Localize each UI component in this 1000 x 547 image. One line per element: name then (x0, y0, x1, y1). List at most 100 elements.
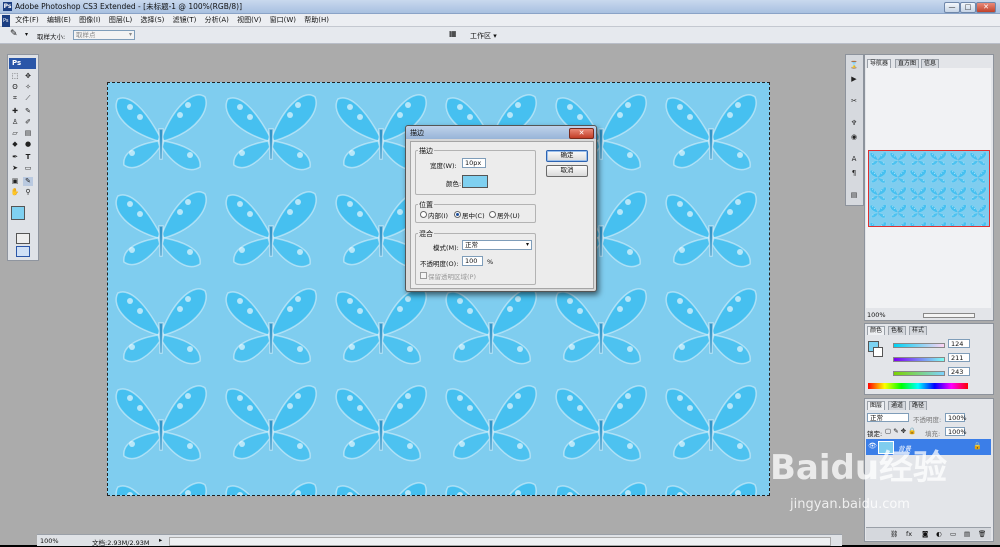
clone-source-icon[interactable]: ◉ (849, 133, 859, 142)
path-select-icon[interactable]: ➤ (10, 164, 20, 173)
zoom-tool-icon[interactable]: ⚲ (23, 188, 33, 197)
actions-panel-icon[interactable]: ▶ (849, 75, 859, 84)
navigator-zoom[interactable]: 100% (867, 311, 886, 319)
red-slider[interactable] (893, 343, 945, 348)
layer-opacity-input[interactable]: 100% (945, 413, 967, 422)
cancel-button[interactable]: 取消 (546, 165, 588, 177)
radio-center[interactable] (454, 211, 461, 218)
status-arrow-icon[interactable]: ▸ (159, 536, 162, 544)
ok-button[interactable]: 确定 (546, 150, 588, 162)
brushes-panel-icon[interactable]: ♆ (849, 119, 859, 128)
menu-view[interactable]: 视图(V) (234, 14, 264, 26)
magic-wand-icon[interactable]: ✧ (23, 83, 33, 92)
eraser-tool-icon[interactable]: ▱ (10, 129, 20, 138)
quick-mask-icon[interactable] (16, 233, 30, 244)
tab-layers[interactable]: 图层 (867, 401, 886, 410)
radio-inside[interactable] (420, 211, 427, 218)
layer-blend-mode-select[interactable]: 正常 (867, 413, 909, 422)
slice-tool-icon[interactable]: ⟋ (23, 94, 33, 103)
radio-outside[interactable] (489, 211, 496, 218)
character-panel-icon[interactable]: A (849, 155, 859, 164)
menu-help[interactable]: 帮助(H) (301, 14, 332, 26)
butterfly (890, 151, 907, 166)
ps-menu-icon[interactable]: Ps (2, 15, 10, 27)
blue-slider[interactable] (893, 371, 945, 376)
blend-mode-select[interactable]: 正常 ▾ (462, 240, 532, 250)
preserve-transparency-checkbox[interactable] (420, 272, 427, 279)
notes-tool-icon[interactable]: ▣ (10, 177, 20, 186)
shape-tool-icon[interactable]: ▭ (23, 164, 33, 173)
color-bg-swatch[interactable] (873, 347, 883, 357)
minimize-button[interactable]: — (944, 2, 960, 13)
clone-stamp-icon[interactable]: ♙ (10, 118, 20, 127)
green-value[interactable]: 211 (948, 353, 970, 362)
tool-presets-icon[interactable]: ✂ (849, 97, 859, 106)
history-brush-icon[interactable]: ✐ (23, 118, 33, 127)
crop-tool-icon[interactable]: ⌗ (10, 94, 20, 103)
tab-paths[interactable]: 路径 (909, 401, 928, 410)
gradient-tool-icon[interactable]: ▤ (23, 129, 33, 138)
navigator-zoom-slider[interactable] (923, 313, 975, 318)
tab-histogram[interactable]: 直方图 (895, 59, 920, 68)
navigator-thumbnail[interactable] (868, 150, 990, 227)
paragraph-panel-icon[interactable]: ¶ (849, 169, 859, 178)
tab-navigator[interactable]: 导航器 (867, 59, 892, 68)
menu-analysis[interactable]: 分析(A) (202, 14, 232, 26)
close-window-button[interactable]: ✕ (976, 2, 996, 13)
eyedropper-icon[interactable]: ✎ (10, 29, 24, 40)
butterfly (970, 221, 987, 226)
menu-edit[interactable]: 编辑(E) (44, 14, 74, 26)
screen-mode-icon[interactable] (16, 246, 30, 257)
eyedropper-tool-icon[interactable]: ✎ (23, 177, 33, 186)
tab-channels[interactable]: 通道 (888, 401, 907, 410)
blur-tool-icon[interactable]: ◆ (10, 140, 20, 149)
blue-value[interactable]: 243 (948, 367, 970, 376)
butterfly (225, 191, 317, 268)
adjustment-layer-icon[interactable]: ◐ (936, 530, 942, 538)
move-tool-icon[interactable]: ✥ (23, 72, 33, 81)
pen-tool-icon[interactable]: ✒ (10, 153, 20, 162)
link-layers-icon[interactable]: ⛓ (890, 530, 898, 538)
red-value[interactable]: 124 (948, 339, 970, 348)
lasso-tool-icon[interactable]: ʘ (10, 83, 20, 92)
hand-tool-icon[interactable]: ✋ (10, 188, 20, 197)
trash-icon[interactable]: 🗑 (978, 530, 986, 538)
type-tool-icon[interactable]: T (23, 153, 33, 162)
marquee-tool-icon[interactable]: ⬚ (10, 72, 20, 81)
sample-size-select[interactable]: 取样点 ▾ (73, 30, 135, 40)
opacity-input[interactable]: 100 (462, 256, 483, 266)
tab-info[interactable]: 信息 (921, 59, 940, 68)
color-spectrum-ramp[interactable] (868, 383, 968, 389)
status-zoom[interactable]: 100% (40, 537, 59, 545)
layer-comps-icon[interactable]: ▤ (849, 191, 859, 200)
tab-swatches[interactable]: 色板 (888, 326, 907, 335)
history-panel-icon[interactable]: ⌛ (849, 61, 859, 70)
stroke-color-swatch[interactable] (462, 175, 488, 188)
tab-styles[interactable]: 样式 (909, 326, 928, 335)
workspace-button[interactable]: 工作区 ▾ (470, 31, 497, 41)
tab-color[interactable]: 颜色 (867, 326, 886, 335)
green-slider[interactable] (893, 357, 945, 362)
dodge-tool-icon[interactable]: ● (23, 140, 33, 149)
maximize-button[interactable]: □ (960, 2, 976, 13)
brush-tool-icon[interactable]: ✎ (23, 107, 33, 116)
width-input[interactable]: 10px (462, 158, 486, 168)
menu-select[interactable]: 选择(S) (137, 14, 167, 26)
menu-layer[interactable]: 图层(L) (106, 14, 135, 26)
menu-image[interactable]: 图像(I) (76, 14, 104, 26)
layer-style-icon[interactable]: fx (906, 530, 912, 538)
foreground-color-swatch[interactable] (11, 206, 25, 220)
butterfly (870, 186, 887, 201)
tool-preset-chevron-icon[interactable]: ▾ (25, 31, 28, 38)
dialog-title-bar[interactable]: 描边 ✕ (406, 126, 596, 139)
fill-input[interactable]: 100% (945, 427, 967, 436)
dialog-close-button[interactable]: ✕ (569, 128, 594, 139)
menu-window[interactable]: 窗口(W) (267, 14, 299, 26)
new-layer-icon[interactable]: ▤ (964, 530, 970, 538)
healing-brush-icon[interactable]: ✚ (10, 107, 20, 116)
menu-file[interactable]: 文件(F) (12, 14, 42, 26)
menu-filter[interactable]: 滤镜(T) (170, 14, 200, 26)
lock-icons[interactable]: ▢ ✎ ✥ 🔒 (885, 427, 916, 435)
new-group-icon[interactable]: ▭ (950, 530, 956, 538)
layer-mask-icon[interactable]: ◙ (922, 530, 928, 538)
